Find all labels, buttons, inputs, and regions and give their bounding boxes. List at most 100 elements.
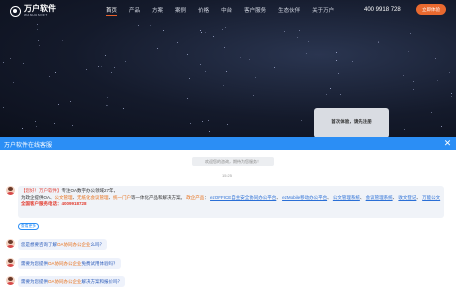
main-nav: 首页 产品 方案 案例 价格 中台 客户服务 生态伙伴 关于万户 [104, 6, 336, 16]
star [10, 58, 11, 59]
suggested-question[interactable]: 需要为您提供 OA协同办公企业 解决方案和报价吗？ [18, 276, 126, 287]
nav-platform[interactable]: 中台 [219, 6, 234, 14]
question-text: 解决方案和报价吗？ [81, 278, 123, 284]
nav-solutions[interactable]: 方案 [150, 6, 165, 14]
chat-body: 欢迎您的咨询，期待为您服务！ 15:25 【您好！万户软件】专注OA数字办公领域… [0, 150, 456, 300]
service-hotline: 全国客户服务电话：4009918728 [21, 201, 87, 206]
trial-button[interactable]: 立即体验 [416, 4, 446, 15]
star [225, 27, 226, 28]
star [224, 47, 225, 48]
view-more-button[interactable]: 查看更多 [18, 223, 39, 230]
star [413, 89, 414, 90]
star [227, 124, 228, 125]
agent-avatar [6, 186, 15, 195]
star [36, 126, 37, 127]
product-link[interactable]: 公文管理系统 [333, 195, 360, 200]
star [101, 66, 102, 67]
agent-avatar [6, 239, 15, 248]
star [451, 93, 452, 94]
star [306, 53, 307, 54]
star [111, 72, 112, 73]
star [226, 71, 227, 72]
star [255, 77, 256, 78]
suggested-question[interactable]: 需要为您提供 OA协同办公企业 免费试用体验吗？ [18, 258, 121, 269]
star [39, 45, 40, 46]
agent-avatar [6, 258, 15, 267]
star [107, 97, 108, 98]
product-link[interactable]: 会议管理系统 [366, 195, 393, 200]
intro-text: 专注OA数字办公领域27年， [61, 188, 119, 193]
star [55, 72, 56, 73]
star [62, 40, 63, 41]
product-link[interactable]: ezMobile移动办公平台 [282, 195, 327, 200]
nav-partners[interactable]: 生态伙伴 [276, 6, 302, 14]
logo[interactable]: 万户软件 WANHUSOFT [10, 5, 56, 17]
star [3, 107, 4, 108]
question-highlight: OA协同办公企业 [57, 241, 91, 247]
nav-service[interactable]: 客户服务 [242, 6, 268, 14]
star [297, 37, 298, 38]
site-header: 万户软件 WANHUSOFT 首页 产品 方案 案例 价格 中台 客户服务 生态… [0, 0, 456, 22]
star [274, 67, 275, 68]
star [125, 61, 126, 62]
welcome-notice: 欢迎您的咨询，期待为您服务！ [192, 157, 274, 166]
star [431, 112, 432, 113]
question-text: 需要为您提供 [21, 260, 48, 266]
logo-icon [10, 5, 21, 17]
star [336, 52, 337, 53]
star [205, 71, 206, 72]
promo-text: 首次体验，请先注册 [331, 119, 372, 124]
star [404, 129, 405, 130]
star [253, 95, 254, 96]
separator: ： [204, 194, 209, 200]
chat-header: 万户软件在线客服 ✕ [0, 137, 456, 150]
register-promo-card[interactable]: 首次体验，请先注册 [314, 108, 389, 138]
product-link[interactable]: 收文登记 [398, 195, 416, 200]
product-link[interactable]: 万能公文 [422, 195, 440, 200]
product-link[interactable]: ezOFFICE自主安全协同办公平台 [210, 195, 276, 200]
star [200, 30, 201, 31]
question-text: 么吗？ [90, 241, 105, 247]
nav-products[interactable]: 产品 [127, 6, 142, 14]
star [163, 30, 164, 31]
star [3, 62, 4, 63]
star [209, 131, 210, 132]
chat-title: 万户软件在线客服 [4, 143, 53, 149]
question-text: 免费试用体验吗？ [81, 260, 118, 266]
star [54, 123, 55, 124]
star [410, 33, 411, 34]
star [107, 105, 108, 106]
star [22, 128, 23, 129]
star [441, 126, 442, 127]
star [37, 29, 38, 30]
star [336, 60, 337, 61]
question-text: 需要为您提供 [21, 278, 48, 284]
star [201, 32, 202, 33]
star [190, 123, 191, 124]
close-icon[interactable]: ✕ [442, 138, 453, 149]
product-highlight: 统一门户 [113, 194, 132, 200]
nav-cases[interactable]: 案例 [173, 6, 188, 14]
product-highlight: 无纸化会议管理 [77, 194, 109, 200]
nav-about[interactable]: 关于万户 [310, 6, 336, 14]
logo-name: 万户软件 [24, 4, 56, 13]
star [338, 73, 339, 74]
star [187, 54, 188, 55]
star [189, 78, 190, 79]
star [58, 104, 59, 105]
suggested-question[interactable]: 您是想要咨询了解 OA协同办公企业 么吗？ [18, 239, 108, 250]
star [249, 59, 250, 60]
question-highlight: OA协同办公企业 [48, 260, 82, 266]
nav-home[interactable]: 首页 [104, 6, 119, 16]
nav-pricing[interactable]: 价格 [196, 6, 211, 14]
star [177, 42, 178, 43]
star [308, 41, 309, 42]
logo-subtitle: WANHUSOFT [24, 13, 48, 17]
star [200, 64, 201, 65]
star [326, 94, 327, 95]
star [72, 125, 73, 126]
star [301, 120, 302, 121]
star [202, 121, 203, 122]
star [449, 72, 450, 73]
star [138, 25, 139, 26]
